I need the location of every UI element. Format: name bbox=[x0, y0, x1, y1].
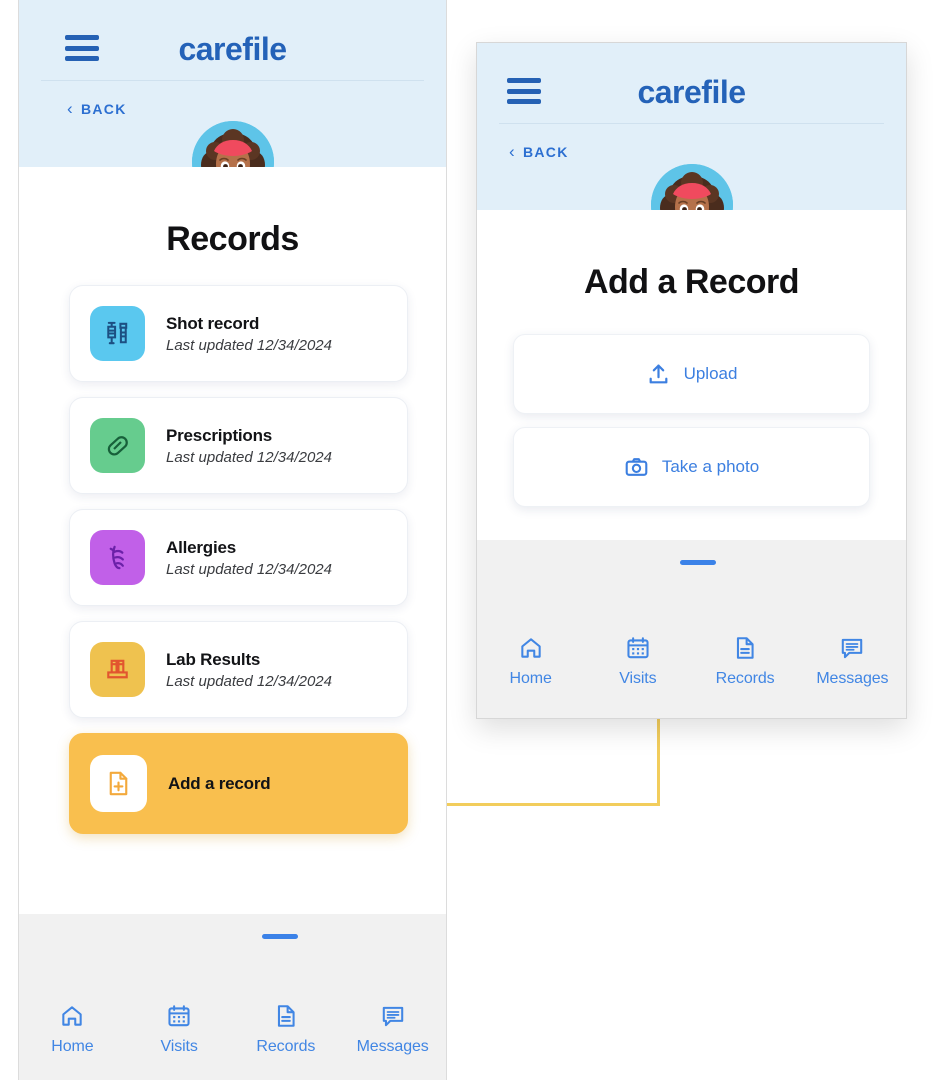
chevron-left-icon: ‹ bbox=[67, 99, 74, 118]
syringe-icon bbox=[107, 321, 128, 345]
allergen-icon bbox=[109, 545, 124, 570]
record-subtitle: Last updated 12/34/2024 bbox=[166, 560, 332, 578]
record-title: Shot record bbox=[166, 313, 260, 333]
page-title: Records bbox=[166, 220, 299, 258]
pill-icon bbox=[107, 436, 128, 456]
app-header-add-record: carefile ‹ BACK bbox=[477, 43, 906, 246]
phone-screen-records: carefile ‹ BACK Records Shot record Last… bbox=[18, 0, 447, 1080]
back-button[interactable]: ‹ BACK bbox=[509, 143, 569, 160]
back-button-label: BACK bbox=[80, 100, 127, 117]
camera-icon bbox=[625, 457, 648, 476]
bottom-navigation-records: Home Visits Records Messages bbox=[19, 914, 446, 1080]
record-subtitle: Last updated 12/34/2024 bbox=[166, 336, 332, 354]
add-record-actions: Upload Take a photo bbox=[513, 334, 870, 507]
calendar-icon bbox=[168, 1005, 190, 1027]
record-icon-tile bbox=[90, 755, 147, 812]
hamburger-menu-icon[interactable] bbox=[65, 35, 99, 61]
record-card-allergies[interactable]: Allergies Last updated 12/34/2024 bbox=[69, 509, 408, 606]
add-record-body: Add a Record Upload Take a photo bbox=[477, 210, 906, 540]
app-header-records: carefile ‹ BACK bbox=[19, 0, 446, 203]
test-tubes-icon bbox=[107, 659, 128, 679]
records-body: Records Shot record Last updated 12/34/2… bbox=[19, 167, 446, 914]
nav-item-records[interactable]: Records bbox=[233, 1003, 340, 1056]
nav-item-home[interactable]: Home bbox=[477, 635, 584, 688]
nav-label: Records bbox=[715, 670, 775, 687]
nav-label: Messages bbox=[816, 670, 889, 687]
chevron-left-icon: ‹ bbox=[509, 142, 516, 161]
nav-item-messages[interactable]: Messages bbox=[799, 635, 906, 688]
record-card-text: Lab Results Last updated 12/34/2024 bbox=[166, 650, 332, 690]
record-subtitle: Last updated 12/34/2024 bbox=[166, 672, 332, 690]
upload-button[interactable]: Upload bbox=[513, 334, 870, 414]
nav-item-records[interactable]: Records bbox=[692, 635, 799, 688]
nav-label: Home bbox=[509, 670, 552, 687]
home-icon bbox=[62, 1006, 83, 1026]
back-button[interactable]: ‹ BACK bbox=[67, 100, 127, 117]
calendar-icon bbox=[627, 637, 649, 659]
active-tab-indicator bbox=[262, 934, 298, 939]
page-title: Add a Record bbox=[583, 263, 800, 301]
record-card-prescriptions[interactable]: Prescriptions Last updated 12/34/2024 bbox=[69, 397, 408, 494]
nav-item-messages[interactable]: Messages bbox=[339, 1003, 446, 1056]
record-card-text: Allergies Last updated 12/34/2024 bbox=[166, 538, 332, 578]
hamburger-menu-icon[interactable] bbox=[507, 78, 541, 104]
record-title: Add a record bbox=[168, 773, 271, 793]
nav-label: Visits bbox=[160, 1038, 198, 1055]
document-icon bbox=[737, 637, 754, 659]
document-icon bbox=[277, 1005, 295, 1027]
records-list: Shot record Last updated 12/34/2024 Pres… bbox=[69, 285, 408, 834]
connector-vertical bbox=[657, 716, 660, 806]
home-icon bbox=[520, 638, 541, 658]
active-tab-indicator bbox=[680, 560, 716, 565]
record-icon-tile bbox=[90, 418, 145, 473]
nav-label: Records bbox=[256, 1038, 316, 1055]
upload-icon bbox=[649, 364, 667, 383]
take-photo-button-label: Take a photo bbox=[661, 457, 760, 476]
take-photo-button[interactable]: Take a photo bbox=[513, 427, 870, 507]
record-icon-tile bbox=[90, 306, 145, 361]
nav-label: Messages bbox=[356, 1038, 429, 1055]
screenshot-canvas: carefile ‹ BACK Records Shot record Last… bbox=[0, 0, 940, 1080]
record-icon-tile bbox=[90, 642, 145, 697]
record-card-shot-record[interactable]: Shot record Last updated 12/34/2024 bbox=[69, 285, 408, 382]
chat-icon bbox=[382, 1006, 403, 1027]
record-card-text: Prescriptions Last updated 12/34/2024 bbox=[166, 426, 332, 466]
record-icon-tile bbox=[90, 530, 145, 585]
record-card-text: Shot record Last updated 12/34/2024 bbox=[166, 314, 332, 354]
nav-label: Visits bbox=[619, 670, 657, 687]
nav-item-visits[interactable]: Visits bbox=[584, 635, 691, 688]
chat-icon bbox=[842, 638, 863, 659]
record-card-add-a-record[interactable]: Add a record bbox=[69, 733, 408, 834]
nav-item-visits[interactable]: Visits bbox=[126, 1003, 233, 1056]
back-button-label: BACK bbox=[522, 143, 569, 160]
nav-label: Home bbox=[51, 1038, 94, 1055]
app-logo-text: carefile bbox=[637, 73, 746, 110]
record-title: Prescriptions bbox=[166, 425, 273, 445]
bottom-navigation-add-record: Home Visits Records Messages bbox=[477, 540, 906, 718]
nav-item-home[interactable]: Home bbox=[19, 1003, 126, 1056]
record-title: Lab Results bbox=[166, 649, 261, 669]
record-card-text: Add a record bbox=[168, 773, 271, 794]
record-subtitle: Last updated 12/34/2024 bbox=[166, 448, 332, 466]
phone-screen-add-record: carefile ‹ BACK Add a Record Upload Take… bbox=[476, 42, 907, 719]
add-document-icon bbox=[109, 771, 128, 796]
record-card-lab-results[interactable]: Lab Results Last updated 12/34/2024 bbox=[69, 621, 408, 718]
upload-button-label: Upload bbox=[683, 364, 738, 383]
record-title: Allergies bbox=[166, 537, 237, 557]
